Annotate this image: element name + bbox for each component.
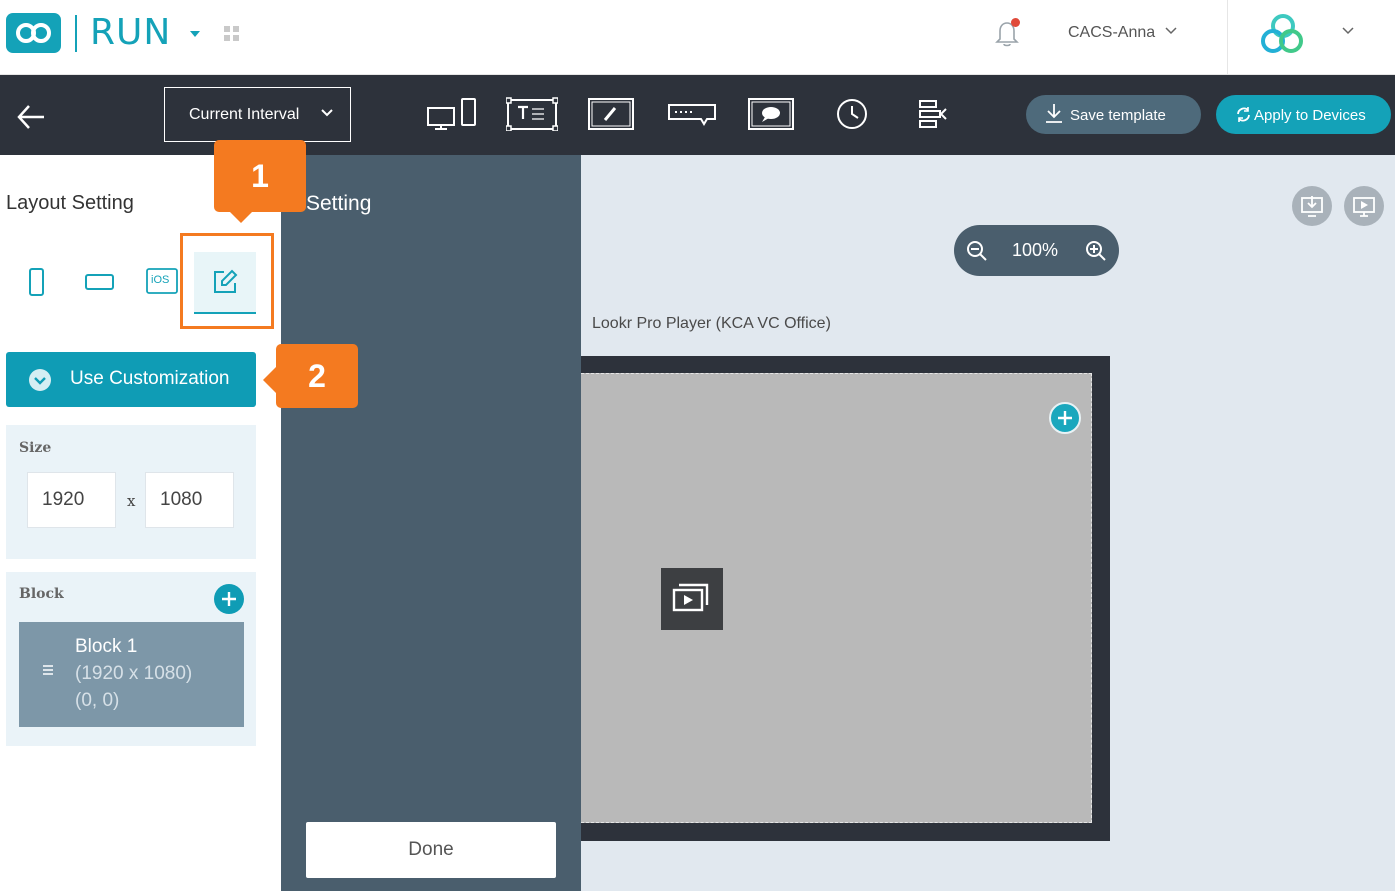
ios-label: iOS (151, 274, 170, 286)
back-arrow-icon[interactable] (16, 104, 46, 130)
chevron-down-icon (321, 109, 333, 117)
interval-select-value: Current Interval (189, 106, 300, 123)
ios-orientation-icon[interactable]: iOS (145, 252, 179, 314)
chevron-down-icon[interactable] (1342, 27, 1354, 35)
landscape-orientation-icon[interactable] (84, 252, 116, 314)
editor-toolbar: Current Interval Save template Apply to … (0, 75, 1395, 155)
zoom-control: 100% (954, 225, 1119, 276)
callout-pointer (228, 210, 254, 223)
height-input[interactable]: 1080 (145, 472, 234, 528)
apply-to-devices-label: Apply to Devices (1254, 107, 1366, 124)
portrait-orientation-icon[interactable] (28, 252, 46, 314)
check-circle-icon (29, 369, 51, 391)
clock-icon[interactable] (835, 97, 869, 131)
user-menu-name[interactable]: CACS-Anna (1068, 24, 1155, 42)
preview-screen-button[interactable] (1344, 186, 1384, 226)
layout-canvas: 100% Lookr Pro Player (KCA VC Office) (581, 155, 1395, 891)
size-separator: x (127, 492, 136, 510)
block-name: Block 1 (75, 636, 138, 657)
layout-setting-panel: Layout Setting iOS Use Customization Siz… (0, 155, 281, 891)
drag-handle-icon[interactable] (43, 665, 53, 675)
save-template-button[interactable]: Save template (1026, 95, 1201, 134)
add-block-button[interactable] (214, 584, 244, 614)
plus-icon (222, 592, 236, 606)
settings-panel: Setting Done (281, 155, 581, 891)
app-name: RUN (90, 12, 172, 53)
step-callout-1: 1 (214, 140, 306, 212)
brand-logo-icon[interactable] (1258, 12, 1308, 58)
layout-setting-title: Layout Setting (6, 192, 134, 214)
top-header: RUN CACS-Anna (0, 0, 1395, 75)
block-position: (0, 0) (75, 690, 120, 711)
message-icon[interactable] (747, 97, 795, 131)
align-icon[interactable] (916, 97, 950, 131)
list-item[interactable]: Block 1 (1920 x 1080) (0, 0) (19, 622, 244, 727)
apply-to-devices-button[interactable]: Apply to Devices (1216, 95, 1391, 134)
device-toggle-icon[interactable] (426, 97, 478, 131)
ticker-icon[interactable] (667, 97, 717, 131)
text-widget-icon[interactable] (506, 97, 558, 131)
chevron-down-icon[interactable] (1165, 27, 1177, 35)
size-card: Size 1920 x 1080 (6, 425, 256, 559)
add-zone-button[interactable] (1049, 402, 1081, 434)
highlight-box (180, 233, 274, 329)
plus-icon (1058, 411, 1072, 425)
sync-icon (1235, 106, 1252, 123)
infinity-logo-icon (16, 23, 51, 43)
done-button[interactable]: Done (306, 822, 556, 878)
monitor-play-icon (1353, 197, 1375, 217)
width-input[interactable]: 1920 (27, 472, 116, 528)
step-callout-2: 2 (276, 344, 358, 408)
import-layout-button[interactable] (1292, 186, 1332, 226)
header-divider (1227, 0, 1228, 75)
app-switch-caret-icon[interactable] (190, 31, 200, 37)
draw-icon[interactable] (587, 97, 635, 131)
download-icon (1045, 103, 1063, 123)
apps-grid-icon[interactable] (224, 26, 240, 42)
zoom-level: 100% (1012, 240, 1059, 260)
use-customization-button[interactable]: Use Customization (6, 352, 256, 407)
interval-select[interactable]: Current Interval (164, 87, 351, 142)
media-playlist-icon[interactable] (661, 568, 723, 630)
zoom-in-icon[interactable] (1085, 240, 1107, 262)
use-customization-label: Use Customization (70, 368, 230, 389)
size-label: Size (19, 440, 52, 456)
block-card: Block Block 1 (1920 x 1080) (0, 0) (6, 572, 256, 746)
monitor-download-icon (1301, 196, 1323, 217)
block-size: (1920 x 1080) (75, 663, 193, 684)
device-name: Lookr Pro Player (KCA VC Office) (592, 315, 831, 332)
zoom-out-icon[interactable] (966, 240, 988, 262)
save-template-label: Save template (1070, 107, 1166, 124)
notification-dot (1011, 18, 1020, 27)
block-label: Block (19, 586, 64, 602)
device-frame (581, 356, 1110, 841)
settings-title: Setting (306, 192, 372, 215)
callout-pointer (263, 366, 277, 394)
screen-area[interactable] (581, 373, 1092, 823)
logo-divider (75, 15, 77, 52)
app-logo[interactable] (6, 13, 61, 53)
